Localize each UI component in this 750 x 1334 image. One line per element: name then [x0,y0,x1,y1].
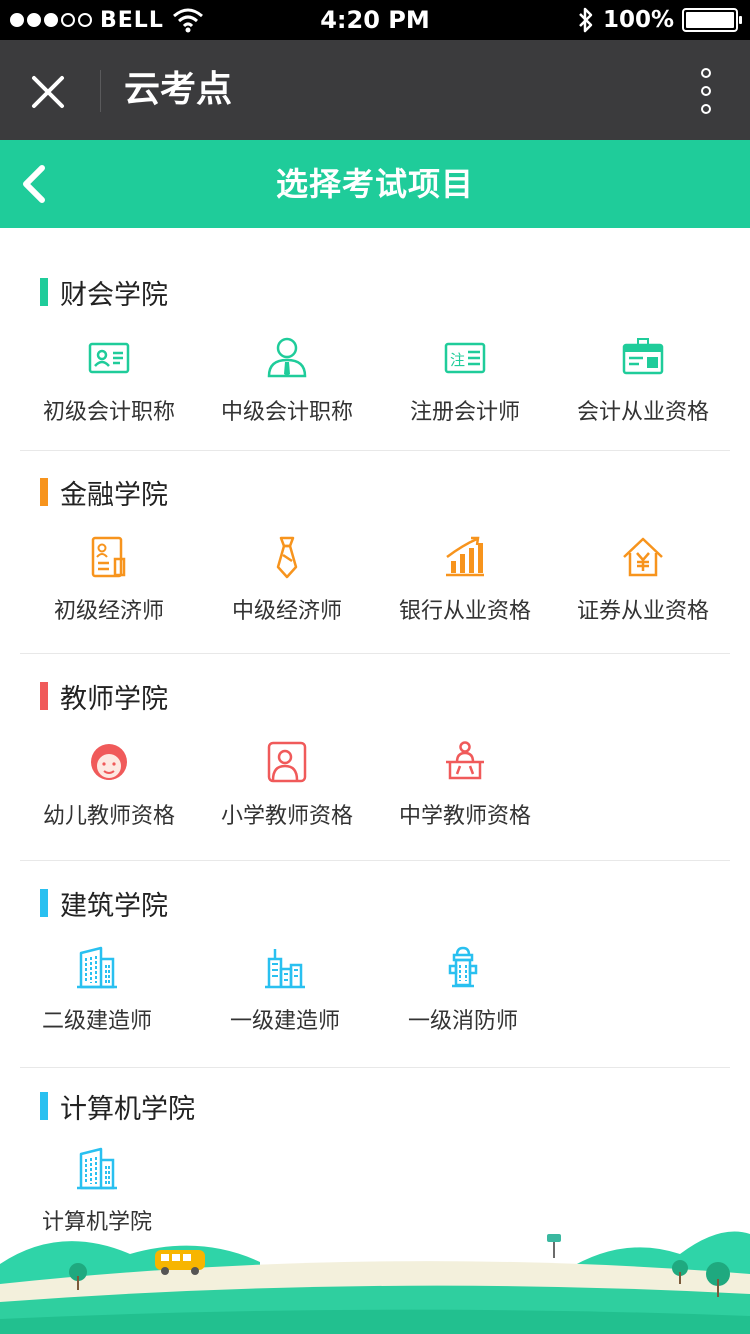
svg-text:注: 注 [450,351,465,369]
exam-item[interactable]: 初级经济师 [20,535,198,625]
battery-icon [682,8,742,32]
section-finance: 金融学院 初级经济师 中级经济师 银行从业资格 证券从业资格 [20,451,730,654]
exam-item[interactable]: 初级会计职称 [20,336,198,426]
exam-item[interactable]: 会计从业资格 [554,336,732,426]
wechat-nav-bar: 云考点 [0,40,750,140]
exam-item[interactable]: 二级建造师 [8,945,186,1035]
exam-item[interactable]: 中级经济师 [198,535,376,625]
section-header: 计算机学院 [40,1086,195,1126]
exam-item[interactable]: 注 注册会计师 [376,336,554,426]
bar-chart-icon [446,536,484,577]
section-marker [40,478,48,506]
exam-label: 证券从业资格 [576,599,709,624]
lectern-icon [446,741,484,780]
exam-item[interactable]: 计算机学院 [8,1146,186,1236]
teacher-portrait-icon [267,741,307,783]
battery-percent: 100% [602,7,674,33]
section-header: 财会学院 [40,272,168,312]
exam-label: 银行从业资格 [398,599,531,624]
status-right: 100% [577,0,742,40]
section-marker [40,1092,48,1120]
page-header: 选择考试项目 [0,140,750,228]
building-icon [77,946,117,989]
exam-item[interactable]: 中级会计职称 [198,336,376,426]
exam-item[interactable]: 小学教师资格 [198,740,376,830]
exam-label: 幼儿教师资格 [42,804,175,829]
section-title: 财会学院 [60,279,168,311]
exam-item[interactable]: 证券从业资格 [554,535,732,625]
wechat-title: 云考点 [124,69,233,110]
exam-label: 中级经济师 [231,599,342,624]
exam-label: 注册会计师 [409,400,520,425]
section-teacher: 教师学院 幼儿教师资格 小学教师资格 中学教师资格 [20,654,730,861]
section-marker [40,278,48,306]
person-tie-icon [267,337,307,378]
section-header: 教师学院 [40,676,168,716]
exam-item[interactable]: 幼儿教师资格 [20,740,198,830]
page-title: 选择考试项目 [275,165,474,203]
section-header: 建筑学院 [40,883,168,923]
exam-item[interactable]: 中学教师资格 [376,740,554,830]
section-marker [40,889,48,917]
city-buildings-icon [265,949,305,989]
yen-house-icon [623,537,663,577]
id-card-icon [88,342,130,374]
section-construction: 建筑学院 二级建造师 一级建造师 一级消防师 [20,861,730,1068]
section-title: 计算机学院 [60,1093,195,1125]
exam-item[interactable]: 一级消防师 [374,945,552,1035]
section-title: 金融学院 [60,479,168,511]
exam-label: 二级建造师 [41,1009,152,1034]
exam-label: 中级会计职称 [220,400,353,425]
document-person-icon [91,536,126,578]
section-title: 建筑学院 [60,890,168,922]
section-computer: 计算机学院 计算机学院 [20,1068,730,1248]
exam-item[interactable]: 一级建造师 [196,945,374,1035]
building-icon [77,1147,117,1190]
necktie-icon [276,536,298,579]
child-face-icon [91,744,127,780]
bluetooth-icon [579,7,593,33]
nav-divider [100,70,101,112]
section-accounting: 财会学院 初级会计职称 中级会计职称 注 注册会计师 会计从业资格 [20,228,730,451]
more-vertical-icon[interactable] [698,68,714,114]
register-card-icon: 注 [444,342,486,374]
exam-label: 中学教师资格 [398,804,531,829]
section-header: 金融学院 [40,472,168,512]
landscape-illustration [0,1231,750,1334]
certificate-badge-icon [622,338,664,375]
fire-hydrant-icon [448,946,478,988]
exam-label: 初级经济师 [53,599,164,624]
status-bar: BELL 4:20 PM 100% [0,0,750,40]
exam-label: 一级消防师 [407,1009,518,1034]
exam-label: 会计从业资格 [576,400,709,425]
close-icon[interactable] [26,70,70,114]
exam-item[interactable]: 银行从业资格 [376,535,554,625]
exam-label: 小学教师资格 [220,804,353,829]
exam-label: 初级会计职称 [42,400,175,425]
section-title: 教师学院 [60,683,168,715]
exam-label: 一级建造师 [229,1009,340,1034]
section-marker [40,682,48,710]
